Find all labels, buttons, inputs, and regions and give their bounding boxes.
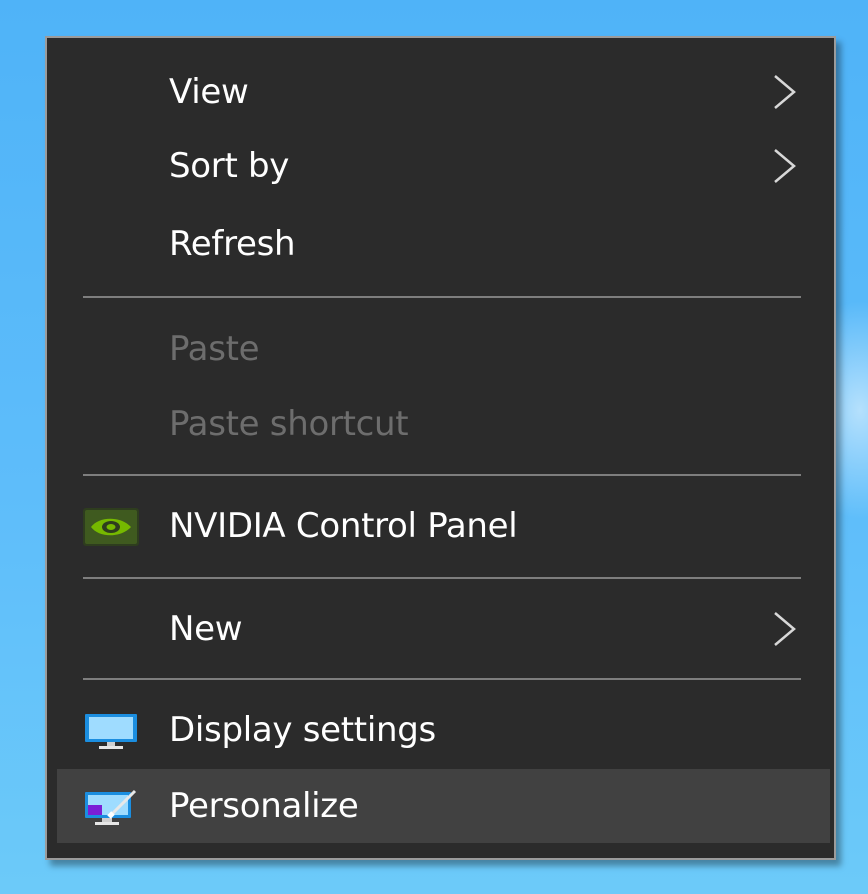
chevron-right-icon: [774, 149, 796, 183]
menu-item-refresh[interactable]: Refresh: [47, 207, 834, 281]
menu-item-paste: Paste: [47, 312, 834, 386]
menu-separator: [83, 474, 801, 476]
chevron-right-icon: [774, 75, 796, 109]
menu-item-new[interactable]: New: [47, 592, 834, 666]
menu-item-label: New: [169, 609, 243, 649]
menu-item-label: Display settings: [169, 710, 436, 750]
chevron-right-icon: [774, 612, 796, 646]
desktop-context-menu: View Sort by Refresh Paste Paste shortcu…: [45, 36, 836, 860]
menu-item-label: Paste shortcut: [169, 404, 409, 444]
menu-item-label: NVIDIA Control Panel: [169, 506, 518, 546]
menu-separator: [83, 296, 801, 298]
personalize-icon: [85, 789, 137, 825]
menu-item-label: View: [169, 72, 249, 112]
menu-item-nvidia-control-panel[interactable]: NVIDIA Control Panel: [47, 489, 834, 563]
menu-item-label: Refresh: [169, 224, 296, 264]
menu-item-label: Sort by: [169, 146, 290, 186]
menu-item-view[interactable]: View: [47, 55, 834, 129]
nvidia-icon: [83, 508, 139, 546]
menu-separator: [83, 678, 801, 680]
menu-separator: [83, 577, 801, 579]
menu-item-sort-by[interactable]: Sort by: [47, 129, 834, 203]
menu-item-personalize[interactable]: Personalize: [57, 769, 830, 843]
menu-item-label: Paste: [169, 329, 260, 369]
display-icon: [85, 714, 137, 749]
menu-item-paste-shortcut: Paste shortcut: [47, 387, 834, 461]
menu-item-label: Personalize: [169, 786, 359, 826]
menu-item-display-settings[interactable]: Display settings: [47, 693, 834, 767]
